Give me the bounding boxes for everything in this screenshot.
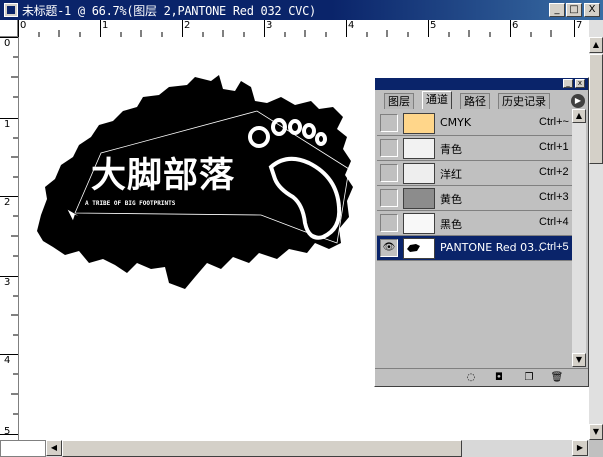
palette-minimize-button[interactable]: _ [563, 79, 573, 88]
scroll-down-button[interactable]: ▼ [589, 424, 603, 440]
channels-palette: _ x 图层 通道 路径 历史记录 ▶ CMYK Ctrl+~ 青色 Ctrl+… [374, 77, 589, 387]
ruler-top-tick-label: 0 [20, 20, 27, 31]
channel-shortcut: Ctrl+1 [539, 141, 569, 153]
ruler-top-tick-label: 6 [512, 20, 519, 31]
document-icon[interactable] [4, 3, 18, 17]
new-channel-icon[interactable]: ❐ [521, 371, 537, 384]
maximize-button[interactable]: □ [566, 3, 582, 17]
palette-close-button[interactable]: x [575, 79, 585, 88]
vertical-scrollbar[interactable]: ▲ ▼ [589, 20, 603, 440]
channel-row[interactable]: 洋红 Ctrl+2 [377, 161, 572, 186]
channel-name: 黑色 [440, 218, 462, 231]
channel-thumbnail [403, 238, 435, 259]
channel-row[interactable]: 青色 Ctrl+1 [377, 136, 572, 161]
channel-thumbnail [403, 138, 435, 159]
channel-name: PANTONE Red 03... [440, 241, 545, 254]
artwork-headline: 大脚部落 [91, 156, 235, 196]
ruler-top-tick-label: 4 [348, 20, 355, 31]
minimize-button[interactable]: _ [549, 3, 565, 17]
channel-list: CMYK Ctrl+~ 青色 Ctrl+1 洋红 Ctrl+2 黄色 Ctrl+… [377, 109, 572, 367]
channel-name: 黄色 [440, 193, 462, 206]
scroll-left-button[interactable]: ◀ [46, 440, 62, 456]
ruler-left-tick-label: 2 [4, 197, 11, 208]
load-selection-icon[interactable]: ◌ [463, 371, 479, 384]
vertical-ruler-ticks [0, 37, 18, 435]
channel-row[interactable]: CMYK Ctrl+~ [377, 111, 572, 136]
scroll-up-button[interactable]: ▲ [589, 37, 603, 53]
channel-thumbnail [403, 113, 435, 134]
channel-shortcut: Ctrl+3 [539, 191, 569, 203]
channel-name: 洋红 [440, 168, 462, 181]
palette-tabs: 图层 通道 路径 历史记录 [375, 90, 588, 109]
channel-thumbnail [403, 163, 435, 184]
zoom-status-box[interactable] [0, 440, 46, 457]
scroll-right-button[interactable]: ▶ [572, 440, 588, 456]
ruler-left-tick-label: 4 [4, 355, 11, 366]
horizontal-ruler[interactable]: 0 1 2 3 4 5 6 7 [18, 20, 589, 38]
channel-name: CMYK [440, 116, 472, 129]
document-window: 未标题-1 @ 66.7%(图层 2,PANTONE Red 032 CVC) … [0, 0, 603, 457]
ruler-top-tick-label: 2 [184, 20, 191, 31]
channel-shortcut: Ctrl+5 [539, 241, 569, 253]
channel-shortcut: Ctrl+2 [539, 166, 569, 178]
tab-channels[interactable]: 通道 [422, 91, 452, 109]
ruler-left-tick-label: 5 [4, 426, 11, 437]
palette-bottom-bar: ◌ ◘ ❐ 🗑 [375, 368, 588, 386]
channel-shortcut: Ctrl+4 [539, 216, 569, 228]
ruler-left-tick-label: 1 [4, 119, 11, 130]
ruler-top-tick-label: 3 [266, 20, 273, 31]
tab-paths[interactable]: 路径 [460, 93, 490, 109]
channel-name: 青色 [440, 143, 462, 156]
ruler-left-tick-label: 3 [4, 277, 11, 288]
horizontal-scroll-thumb[interactable] [62, 440, 462, 457]
palette-title-bar[interactable]: _ x [375, 78, 588, 90]
artwork-tagline: A TRIBE OF BIG FOOTPRINTS [85, 200, 176, 207]
visibility-toggle[interactable] [380, 139, 398, 157]
visibility-toggle[interactable] [380, 164, 398, 182]
palette-scrollbar[interactable]: ▲ ▼ [572, 109, 586, 367]
vertical-ruler[interactable]: 0 1 2 3 4 5 [0, 37, 19, 440]
palette-scroll-down-button[interactable]: ▼ [572, 353, 586, 367]
close-button[interactable]: X [584, 3, 600, 17]
ruler-left-tick-label: 0 [4, 38, 11, 49]
channel-thumbnail-art [407, 244, 420, 252]
tab-history[interactable]: 历史记录 [498, 93, 550, 109]
save-selection-icon[interactable]: ◘ [491, 371, 507, 384]
ruler-top-tick-label: 1 [102, 20, 109, 31]
horizontal-scrollbar[interactable]: ◀ ▶ [0, 440, 589, 457]
channel-row[interactable]: 黄色 Ctrl+3 [377, 186, 572, 211]
visibility-toggle[interactable] [380, 214, 398, 232]
channel-row-selected[interactable]: 👁 PANTONE Red 03... Ctrl+5 [377, 236, 572, 261]
title-bar[interactable]: 未标题-1 @ 66.7%(图层 2,PANTONE Red 032 CVC) … [0, 0, 603, 20]
eye-icon[interactable]: 👁 [380, 239, 398, 257]
vertical-scroll-thumb[interactable] [589, 54, 603, 164]
tab-layers[interactable]: 图层 [384, 93, 414, 109]
visibility-toggle[interactable] [380, 114, 398, 132]
palette-scroll-up-button[interactable]: ▲ [572, 109, 586, 123]
trash-icon[interactable]: 🗑 [549, 371, 565, 384]
channel-shortcut: Ctrl+~ [539, 116, 569, 128]
channel-thumbnail [403, 188, 435, 209]
ruler-origin[interactable] [0, 20, 18, 37]
channel-thumbnail [403, 213, 435, 234]
visibility-toggle[interactable] [380, 189, 398, 207]
ruler-top-tick-label: 7 [576, 20, 583, 31]
window-title: 未标题-1 @ 66.7%(图层 2,PANTONE Red 032 CVC) [22, 4, 316, 18]
palette-menu-arrow-icon[interactable]: ▶ [571, 94, 585, 108]
channel-row[interactable]: 黑色 Ctrl+4 [377, 211, 572, 236]
ruler-top-tick-label: 5 [430, 20, 437, 31]
